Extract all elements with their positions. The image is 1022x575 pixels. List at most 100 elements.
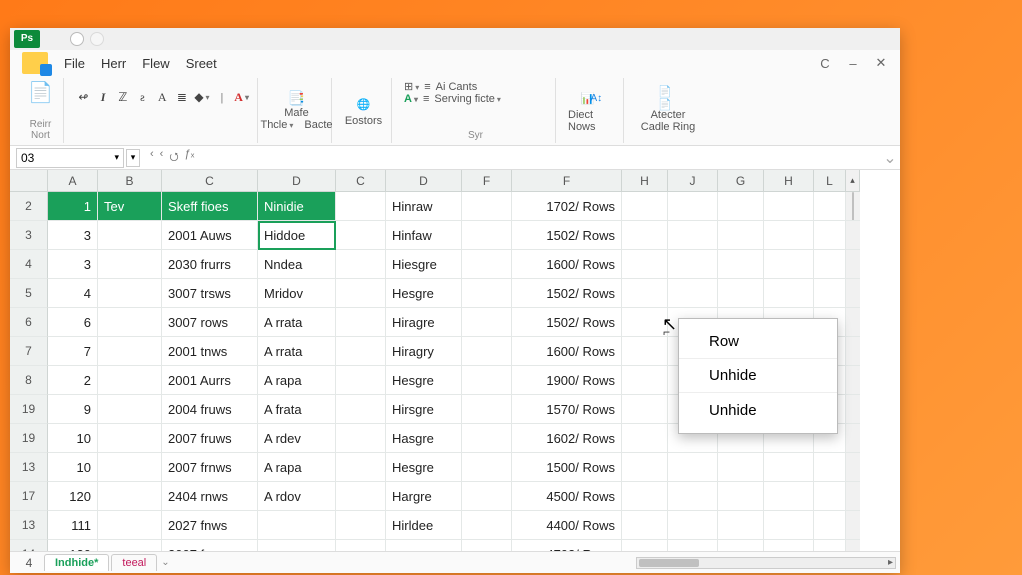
cell[interactable] — [668, 221, 718, 250]
cell[interactable]: 120 — [48, 540, 98, 551]
cell[interactable]: 2004 fruws — [162, 395, 258, 424]
cell[interactable]: A rdev — [258, 424, 336, 453]
cell[interactable]: Hasgre — [386, 424, 462, 453]
cell[interactable] — [462, 540, 512, 551]
cell[interactable]: 2030 frurrs — [162, 250, 258, 279]
cell[interactable]: Hesgre — [386, 366, 462, 395]
cell[interactable] — [462, 250, 512, 279]
cell[interactable]: Skeff fioes — [162, 192, 258, 221]
cell[interactable]: 3 — [48, 221, 98, 250]
format-button[interactable]: ƨ — [135, 88, 150, 106]
column-header[interactable]: L — [814, 170, 846, 192]
add-sheet-button[interactable]: ⌄ — [161, 557, 169, 568]
cell[interactable]: Hinraw — [386, 192, 462, 221]
cell[interactable] — [814, 279, 846, 308]
minimize-button[interactable]: – — [846, 56, 860, 71]
cell[interactable] — [668, 250, 718, 279]
italic-button[interactable]: I — [96, 88, 111, 106]
cell[interactable]: Hiragre — [386, 308, 462, 337]
cell[interactable] — [622, 482, 668, 511]
name-box[interactable]: 03▾ — [16, 148, 124, 168]
close-button[interactable]: ✕ — [874, 55, 888, 71]
cell[interactable]: Hiddoe — [258, 221, 336, 250]
cell[interactable] — [764, 540, 814, 551]
cell[interactable] — [764, 279, 814, 308]
cell[interactable] — [98, 453, 162, 482]
cell[interactable]: 120 — [48, 482, 98, 511]
cell[interactable]: Mridov — [258, 279, 336, 308]
v-scrollbar-track[interactable] — [846, 540, 860, 551]
cell[interactable] — [718, 511, 764, 540]
cell[interactable] — [622, 337, 668, 366]
menu-item[interactable]: Herr — [101, 56, 126, 71]
format-button[interactable]: A — [155, 88, 170, 106]
cell[interactable] — [814, 221, 846, 250]
fx-button[interactable]: ⭯ — [169, 148, 178, 167]
row-header[interactable]: 17 — [10, 482, 48, 511]
cell[interactable] — [336, 511, 386, 540]
cell[interactable]: 1602/ Rows — [512, 424, 622, 453]
cell[interactable]: 1 — [48, 192, 98, 221]
cell[interactable] — [462, 482, 512, 511]
cell[interactable] — [98, 221, 162, 250]
cell[interactable] — [258, 540, 336, 551]
cell[interactable] — [98, 540, 162, 551]
cell[interactable] — [622, 424, 668, 453]
row-header[interactable]: 4 — [10, 250, 48, 279]
context-menu-item-unhide[interactable]: Unhide — [679, 359, 837, 393]
column-header[interactable]: F — [512, 170, 622, 192]
cell[interactable] — [622, 192, 668, 221]
group-icon[interactable]: 📑 — [288, 90, 305, 107]
cell[interactable]: Hargre — [386, 482, 462, 511]
cell[interactable]: A rapa — [258, 366, 336, 395]
cell[interactable] — [622, 511, 668, 540]
ribbon-button[interactable]: Eostors — [345, 115, 382, 127]
cell[interactable] — [336, 250, 386, 279]
cell[interactable]: 2001 Auws — [162, 221, 258, 250]
document-icon[interactable]: 📄📄 — [658, 88, 678, 108]
cell[interactable] — [462, 511, 512, 540]
cell[interactable] — [718, 540, 764, 551]
cell[interactable]: 1500/ Rows — [512, 453, 622, 482]
cell[interactable]: 1502/ Rows — [512, 308, 622, 337]
cell[interactable]: 4400/ Rows — [512, 511, 622, 540]
ribbon-button[interactable]: ≡ — [424, 81, 430, 93]
cell[interactable]: 1600/ Rows — [512, 250, 622, 279]
cell[interactable] — [622, 453, 668, 482]
cell[interactable] — [718, 482, 764, 511]
ribbon-button[interactable]: Bacte — [304, 119, 332, 131]
context-menu-item-unhide[interactable]: Unhide — [679, 393, 837, 427]
format-button[interactable]: ↫ — [76, 88, 91, 106]
cell[interactable] — [336, 308, 386, 337]
cell[interactable] — [668, 540, 718, 551]
column-header[interactable]: G — [718, 170, 764, 192]
font-color-button[interactable]: A — [234, 88, 249, 106]
cell[interactable]: 10 — [48, 424, 98, 453]
cell[interactable]: 2001 tnws — [162, 337, 258, 366]
ribbon-button[interactable]: Serving ficte — [434, 93, 501, 105]
cell[interactable]: 111 — [48, 511, 98, 540]
format-button[interactable]: ℤ — [115, 88, 130, 106]
cell[interactable] — [462, 192, 512, 221]
row-header[interactable]: 14 — [10, 540, 48, 551]
cell[interactable] — [336, 221, 386, 250]
v-scrollbar-track[interactable] — [846, 192, 860, 221]
column-header[interactable]: A — [48, 170, 98, 192]
cell[interactable] — [336, 192, 386, 221]
scroll-up-button[interactable]: ▴ — [846, 170, 860, 192]
cell[interactable]: 1570/ Rows — [512, 395, 622, 424]
ribbon-button[interactable]: Ai Cants — [436, 81, 478, 93]
cond-format-icon[interactable]: A — [404, 93, 418, 105]
v-scrollbar-track[interactable] — [846, 511, 860, 540]
cell[interactable] — [98, 482, 162, 511]
cell[interactable] — [336, 337, 386, 366]
help-button[interactable]: C — [818, 56, 832, 71]
row-header[interactable]: 6 — [10, 308, 48, 337]
cell[interactable]: 4702/ Rows — [512, 540, 622, 551]
cell[interactable]: 1600/ Rows — [512, 337, 622, 366]
doc-tab-icon[interactable] — [90, 32, 104, 46]
cell[interactable] — [814, 192, 846, 221]
cell[interactable]: 2001 Aurrs — [162, 366, 258, 395]
cell[interactable] — [462, 453, 512, 482]
cell[interactable] — [462, 308, 512, 337]
